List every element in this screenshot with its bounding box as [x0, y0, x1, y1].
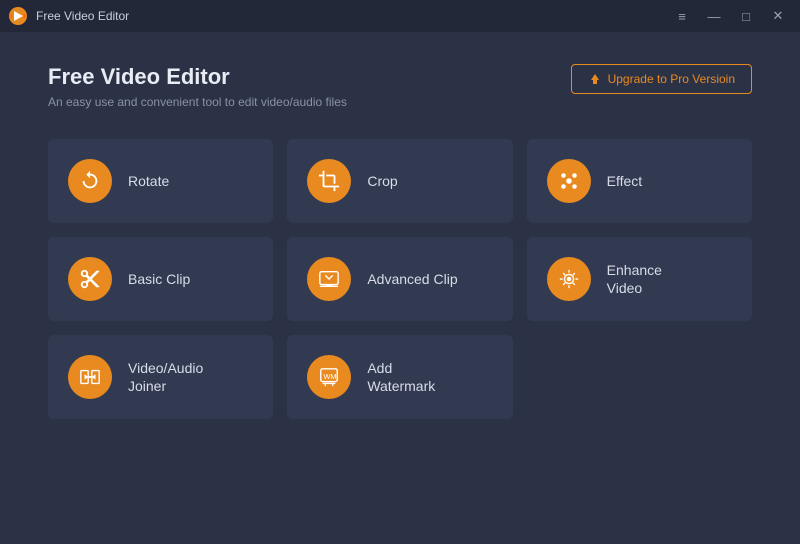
app-subtitle: An easy use and convenient tool to edit …: [48, 95, 347, 109]
enhance-video-icon-bg: [547, 257, 591, 301]
watermark-icon-bg: WM: [307, 355, 351, 399]
watermark-icon: WM: [318, 366, 340, 388]
advanced-clip-card[interactable]: Advanced Clip: [287, 237, 512, 321]
add-watermark-card[interactable]: WM Add Watermark: [287, 335, 512, 419]
enhance-video-card[interactable]: Enhance Video: [527, 237, 752, 321]
app-header: Free Video Editor An easy use and conven…: [48, 64, 752, 109]
header-text: Free Video Editor An easy use and conven…: [48, 64, 347, 109]
feature-grid: Rotate Crop Effect: [48, 139, 752, 419]
video-audio-joiner-card[interactable]: Video/Audio Joiner: [48, 335, 273, 419]
minimize-button[interactable]: —: [700, 6, 728, 26]
rotate-icon-bg: [68, 159, 112, 203]
upgrade-button[interactable]: Upgrade to Pro Versioin: [571, 64, 752, 94]
title-bar-controls: ≡ — □ ✕: [668, 6, 792, 26]
effect-card[interactable]: Effect: [527, 139, 752, 223]
title-bar-title: Free Video Editor: [36, 9, 129, 23]
effect-icon-bg: [547, 159, 591, 203]
crop-label: Crop: [367, 172, 397, 190]
crop-card[interactable]: Crop: [287, 139, 512, 223]
maximize-button[interactable]: □: [732, 6, 760, 26]
upgrade-icon: [588, 72, 602, 86]
basic-clip-icon-bg: [68, 257, 112, 301]
crop-icon: [318, 170, 340, 192]
joiner-icon: [79, 366, 101, 388]
upgrade-label: Upgrade to Pro Versioin: [608, 72, 735, 86]
title-bar-left: Free Video Editor: [8, 6, 129, 26]
advanced-clip-label: Advanced Clip: [367, 270, 457, 288]
title-bar: Free Video Editor ≡ — □ ✕: [0, 0, 800, 32]
enhance-icon: [558, 268, 580, 290]
basic-clip-label: Basic Clip: [128, 270, 190, 288]
advanced-clip-icon-bg: [307, 257, 351, 301]
video-audio-joiner-label: Video/Audio Joiner: [128, 359, 203, 395]
close-button[interactable]: ✕: [764, 6, 792, 26]
joiner-icon-bg: [68, 355, 112, 399]
rotate-label: Rotate: [128, 172, 169, 190]
app-logo-icon: [8, 6, 28, 26]
svg-text:WM: WM: [324, 372, 337, 381]
basic-clip-card[interactable]: Basic Clip: [48, 237, 273, 321]
crop-icon-bg: [307, 159, 351, 203]
main-content: Free Video Editor An easy use and conven…: [0, 32, 800, 447]
rotate-card[interactable]: Rotate: [48, 139, 273, 223]
app-title: Free Video Editor: [48, 64, 347, 90]
add-watermark-label: Add Watermark: [367, 359, 435, 395]
advanced-clip-icon: [318, 268, 340, 290]
scissors-icon: [79, 268, 101, 290]
effect-icon: [558, 170, 580, 192]
effect-label: Effect: [607, 172, 643, 190]
rotate-icon: [79, 170, 101, 192]
enhance-video-label: Enhance Video: [607, 261, 662, 297]
menu-button[interactable]: ≡: [668, 6, 696, 26]
